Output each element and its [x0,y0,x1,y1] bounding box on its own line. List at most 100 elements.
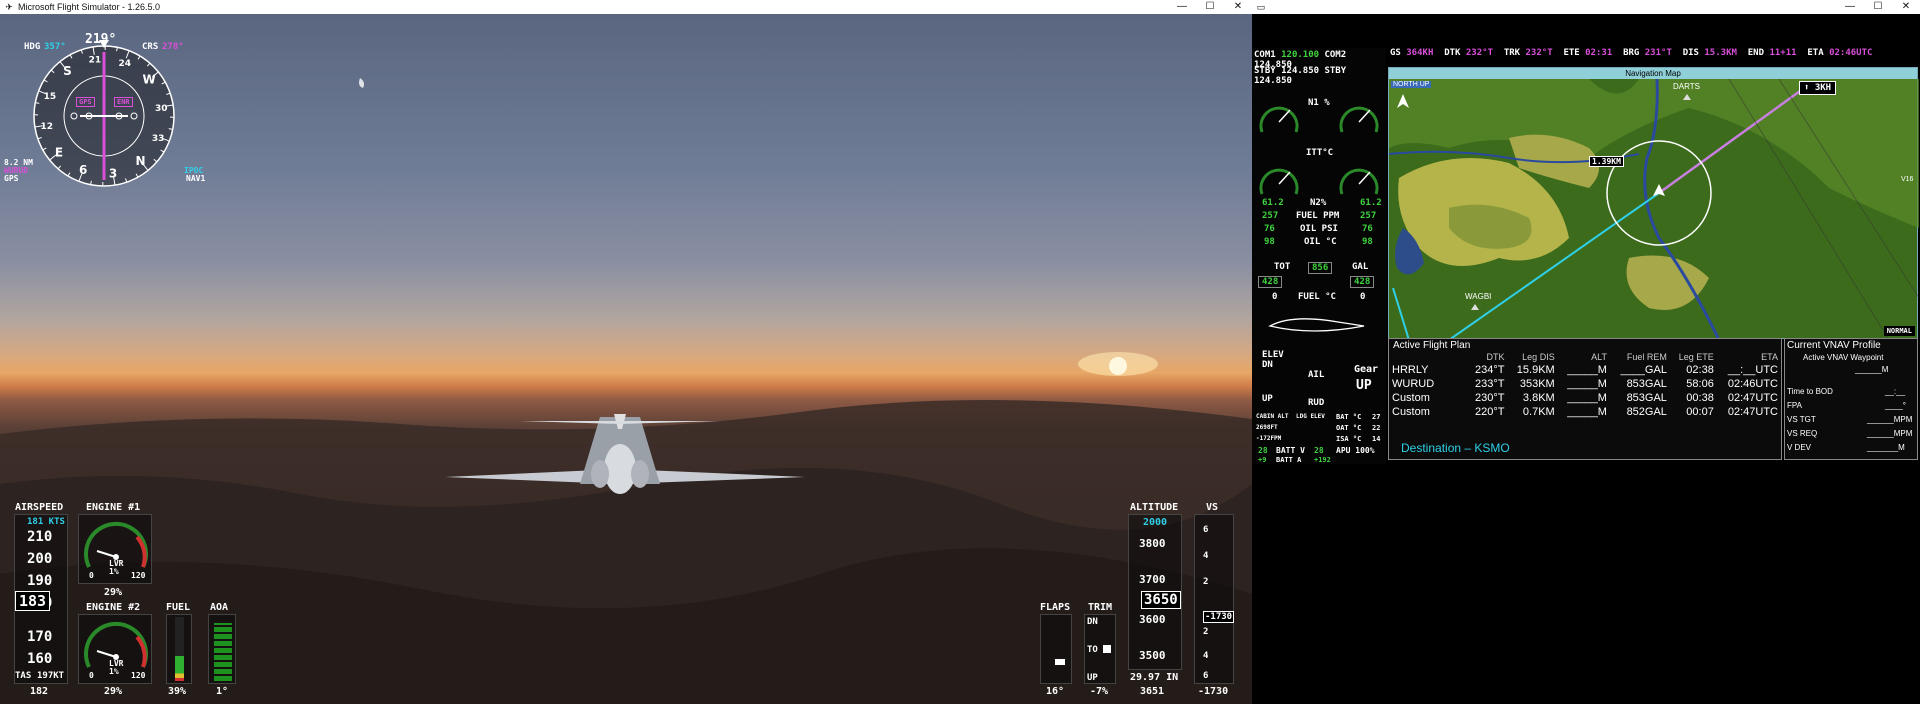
end-label: END [1747,48,1765,58]
fp-wpt: HRRLY [1392,364,1429,376]
flight-plan-title: Active Flight Plan [1393,340,1471,351]
fp-wpt: WURUD [1392,378,1435,390]
fp-col: Leg DIS [1522,352,1555,362]
flaps-indicator [1055,659,1065,665]
eis-panel: COM1 120.100 COM2 124.850 STBY 124.850 S… [1252,48,1386,464]
aoa-bars [214,623,232,681]
cabin-alt-value: 2698FT [1256,424,1278,431]
ff-right: 257 [1360,211,1377,221]
vnav-vsreq-value: ______MPM [1867,429,1913,438]
flight-plan-row[interactable]: HRRLY 234°T 15.9KM _____M ____GAL 02:38 … [1389,363,1781,377]
fp-rem: 852GAL [1626,406,1667,418]
fp-dtk: 234°T [1475,364,1505,376]
bat-temp-label: BAT °C [1336,413,1362,421]
vs-label: VS [1206,502,1219,513]
north-up-label: NORTH UP [1391,81,1432,88]
fp-ete: 02:38 [1686,364,1714,376]
close-button-2[interactable]: ✕ [1892,0,1920,14]
compass-card-label: 12 [40,122,53,132]
fp-alt: _____M [1567,364,1607,376]
gal-label: GAL [1352,262,1369,272]
trim-to: TO [1087,645,1098,655]
fp-rem: ____GAL [1620,364,1667,376]
vnav-vstgt-value: ______MPM [1867,415,1913,424]
cabin-rate: -172FPM [1256,435,1282,442]
fuel-c-left: 0 [1272,292,1278,302]
fp-eta: 02:47UTC [1727,392,1778,404]
nav1-label: NAV1 [186,174,206,183]
trim-readout: -7% [1090,686,1109,697]
batt-v-left: 28 [1258,446,1268,455]
fp-col: ETA [1761,352,1778,362]
trim-indicator [1103,645,1111,653]
ff-left: 257 [1262,211,1279,221]
close-button[interactable]: ✕ [1224,0,1252,14]
map-range: 3KH [1814,83,1832,93]
vs-tape: 6 4 2 2 4 6 -1730 [1194,514,1235,684]
waypoint-wagbi: WAGBI [1465,292,1492,301]
vs-tick: 2 [1203,627,1209,637]
fp-dis: 353KM [1519,378,1555,390]
flight-plan-row-active[interactable]: WURUD 233°T 353KM _____M 853GAL 58:06 02… [1389,377,1781,391]
ff-label: FUEL PPM [1296,211,1340,221]
baro-setting[interactable]: 29.97 IN [1130,672,1178,683]
airspeed-bottom: 182 [30,686,49,697]
engine2-max: 120 [131,671,146,680]
vnav-vstgt-label: VS TGT [1787,415,1816,424]
minimize-button[interactable]: — [1168,0,1196,14]
fuel-qty-left: 428 [1258,276,1283,288]
compass-card-label: S [63,64,72,78]
ail-label: AIL [1308,370,1325,380]
airway-v16: V16 [1901,176,1914,183]
trim-airfoil-graphic [1268,318,1365,332]
fp-col: ALT [1591,352,1607,362]
fuel-gauge [166,614,192,684]
tot-value: 856 [1308,262,1333,274]
fp-eta: __:__UTC [1727,364,1778,376]
itt-label: ITT°C [1306,148,1334,158]
vnav-tod-label: Time to BOD [1787,387,1833,396]
stby1-freq[interactable]: 124.850 [1281,66,1319,76]
map-range-button[interactable]: ⬆ 3KH [1799,81,1837,95]
oilt-right: 98 [1362,237,1373,247]
vs-current: -1730 [1203,611,1235,623]
vnav-subtitle: Active VNAV Waypoint [1803,353,1884,362]
n2-left: 61.2 [1262,198,1284,208]
gear-label: Gear [1354,364,1379,375]
fp-ete: 58:06 [1686,378,1714,390]
map-mode[interactable]: NORMAL [1883,326,1915,336]
title-bar: ✈ Microsoft Flight Simulator - 1.26.5.0 … [0,0,1252,14]
fp-wpt: Custom [1392,406,1430,418]
compass-card-label: 30 [155,104,168,114]
aoa-gauge [208,614,236,684]
navigation-map[interactable]: Navigation Map NORTH UP ⬆ 3KH DARTS WAGB… [1388,67,1919,340]
trim-gauge: DN TO UP [1084,614,1116,684]
fp-destination[interactable]: Destination – KSMO [1401,441,1510,455]
trim-label: TRIM [1088,602,1113,613]
fp-alt: _____M [1567,378,1607,390]
maximize-button[interactable]: ☐ [1196,0,1224,14]
cabin-alt-label: CABIN ALT [1256,413,1289,420]
flight-plan-row[interactable]: Custom 230°T 3.8KM _____M 853GAL 00:38 0… [1389,391,1781,405]
com1-freq[interactable]: 120.100 [1281,50,1319,60]
fp-dtk: 233°T [1475,378,1505,390]
hdg-label: HDG [24,42,41,52]
engine1-pct: 1% [109,567,119,576]
trim-dn: DN [1087,617,1098,627]
fuel-level [175,656,184,681]
minimize-button-2[interactable]: — [1836,0,1864,14]
brg-value: 231°T [1644,48,1672,58]
app-icon-2: ▭ [1256,2,1266,12]
aoa-readout: 1° [216,686,229,697]
fp-dis: 3.8KM [1522,392,1555,404]
oat-label: OAT °C [1336,424,1362,432]
crs-value: 278° [162,42,184,52]
airspeed-tick: 190 [27,573,53,589]
engine1-zero: 0 [89,571,94,580]
elev-dn: DN [1262,360,1273,370]
fp-col: DTK [1486,352,1505,362]
flight-plan-row[interactable]: Custom 220°T 0.7KM _____M 852GAL 00:07 0… [1389,405,1781,419]
isa-label: ISA °C [1336,435,1362,443]
stby2-freq[interactable]: 124.850 [1254,76,1292,86]
maximize-button-2[interactable]: ☐ [1864,0,1892,14]
